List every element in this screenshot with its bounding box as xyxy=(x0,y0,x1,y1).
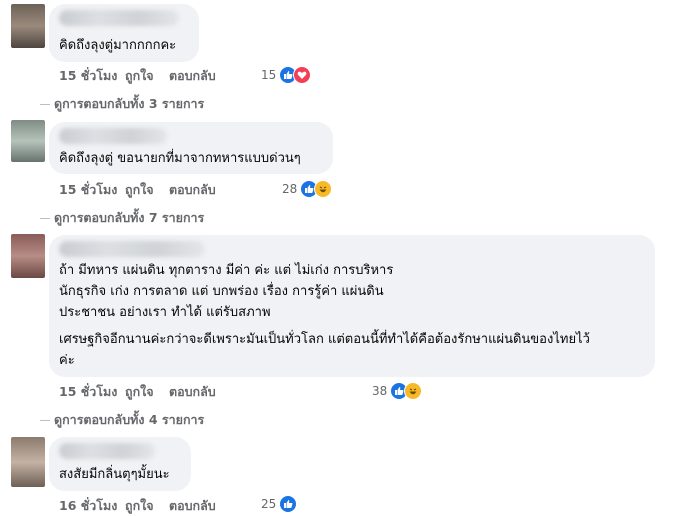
reply-button[interactable]: ตอบกลับ xyxy=(169,66,216,86)
reaction-count: 15 xyxy=(261,68,277,82)
reply-button[interactable]: ตอบกลับ xyxy=(169,180,216,200)
timestamp-link[interactable]: 16 ชั่วโมง xyxy=(59,496,125,516)
comment-text-line: ประชาชน อย่างเรา ทำได้ แต่รับสภาพ xyxy=(59,305,271,320)
like-button[interactable]: ถูกใจ xyxy=(125,66,169,86)
comment-actions: 15 ชั่วโมง ถูกใจ ตอบกลับ xyxy=(59,382,216,402)
commenter-name-blurred[interactable] xyxy=(59,10,179,26)
timestamp-link[interactable]: 15 ชั่วโมง xyxy=(59,382,125,402)
like-button[interactable]: ถูกใจ xyxy=(125,382,169,402)
reply-connector xyxy=(40,217,50,219)
haha-icon xyxy=(404,382,423,400)
avatar[interactable] xyxy=(11,437,45,487)
comment-text: สงสัยมีกลิ่นตุๆมั้ยนะ xyxy=(59,467,170,482)
timestamp-link[interactable]: 15 ชั่วโมง xyxy=(59,66,125,86)
commenter-name-blurred[interactable] xyxy=(59,241,205,257)
avatar[interactable] xyxy=(11,234,45,278)
reaction-summary[interactable]: 25 xyxy=(261,495,298,513)
timestamp-link[interactable]: 15 ชั่วโมง xyxy=(59,180,125,200)
commenter-name-blurred[interactable] xyxy=(59,443,155,459)
view-replies-label: ดูการตอบกลับทั้ง 4 รายการ xyxy=(54,412,205,427)
view-replies-link[interactable]: ดูการตอบกลับทั้ง 7 รายการ xyxy=(40,208,204,228)
comment-text-line: เศรษฐกิจอีกนานค่ะกว่าจะดีเพราะมันเป็นทั่… xyxy=(59,332,590,347)
reply-button[interactable]: ตอบกลับ xyxy=(169,382,216,402)
commenter-name-blurred[interactable] xyxy=(59,128,167,144)
comment-text-line: นักธุรกิจ เก่ง การตลาด แต่ บกพร่อง เรื่อ… xyxy=(59,284,384,299)
reaction-summary[interactable]: 28 xyxy=(282,180,333,198)
avatar[interactable] xyxy=(11,4,45,48)
reply-connector xyxy=(40,103,50,105)
reaction-count: 38 xyxy=(372,384,388,398)
love-icon xyxy=(293,66,312,84)
reply-button[interactable]: ตอบกลับ xyxy=(169,496,216,516)
comment-text: คิดถึงลุงตู่มากกกกคะ xyxy=(59,38,177,53)
comment-actions: 15 ชั่วโมง ถูกใจ ตอบกลับ xyxy=(59,66,216,86)
reaction-summary[interactable]: 38 xyxy=(372,382,423,400)
like-button[interactable]: ถูกใจ xyxy=(125,180,169,200)
comment-text-line: ถ้า มีทหาร แผ่นดิน ทุกตาราง มีค่า ค่ะ แต… xyxy=(59,263,394,278)
comment-bubble: สงสัยมีกลิ่นตุๆมั้ยนะ xyxy=(49,437,191,491)
view-replies-label: ดูการตอบกลับทั้ง 7 รายการ xyxy=(54,210,205,225)
comment-actions: 15 ชั่วโมง ถูกใจ ตอบกลับ xyxy=(59,180,216,200)
haha-icon xyxy=(314,180,333,198)
comment-actions: 16 ชั่วโมง ถูกใจ ตอบกลับ xyxy=(59,496,216,516)
view-replies-link[interactable]: ดูการตอบกลับทั้ง 4 รายการ xyxy=(40,410,204,430)
reaction-count: 28 xyxy=(282,182,298,196)
comment-bubble: คิดถึงลุงตู่มากกกกคะ xyxy=(49,4,199,62)
reply-connector xyxy=(40,419,50,421)
reaction-count: 25 xyxy=(261,497,277,511)
comment-bubble: ถ้า มีทหาร แผ่นดิน ทุกตาราง มีค่า ค่ะ แต… xyxy=(49,235,655,377)
comment-text-line: ค่ะ xyxy=(59,353,75,368)
view-replies-link[interactable]: ดูการตอบกลับทั้ง 3 รายการ xyxy=(40,94,204,114)
reaction-summary[interactable]: 15 xyxy=(261,66,312,84)
like-button[interactable]: ถูกใจ xyxy=(125,496,169,516)
avatar[interactable] xyxy=(11,120,45,162)
comment-bubble: คิดถึงลุงตู่ ขอนายกที่มาจากทหารแบบด่วนๆ xyxy=(49,122,333,174)
like-icon xyxy=(279,495,298,513)
comment-text: คิดถึงลุงตู่ ขอนายกที่มาจากทหารแบบด่วนๆ xyxy=(59,151,301,166)
view-replies-label: ดูการตอบกลับทั้ง 3 รายการ xyxy=(54,96,205,111)
